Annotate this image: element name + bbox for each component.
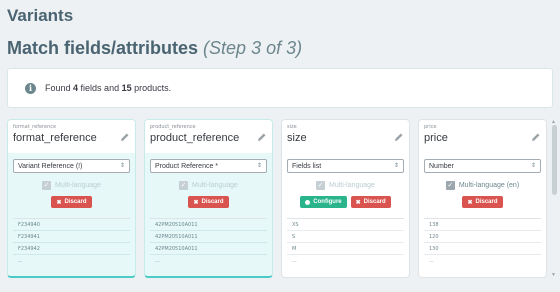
discard-button[interactable]: ✖ Discard: [350, 196, 391, 208]
field-mapping-select[interactable]: Variant Reference (!) ⇕: [13, 159, 130, 173]
horizontal-scroll-track[interactable]: ▲ ▼: [551, 119, 557, 278]
field-label: price: [424, 132, 448, 144]
discard-label: Discard: [64, 199, 87, 205]
card-header: product_reference product_reference: [145, 120, 272, 153]
step-heading: Match fields/attributes (Step 3 of 3): [7, 38, 302, 59]
field-label: format_reference: [13, 132, 97, 144]
pencil-icon[interactable]: [531, 132, 541, 142]
field-tech-name: product_reference: [150, 124, 196, 130]
step-heading-text: Match fields/attributes: [7, 38, 199, 58]
pencil-icon[interactable]: [257, 132, 267, 142]
sample-value: 42PM20510A011: [150, 219, 267, 231]
multilang-checkbox-row: ✓ Multi-language: [13, 180, 130, 190]
field-card-format-reference: format_reference format_reference Varian…: [7, 119, 136, 278]
scroll-down-icon[interactable]: ▼: [551, 272, 556, 278]
configure-label: Configure: [313, 199, 342, 205]
select-value: Product Reference *: [155, 162, 219, 170]
configure-button[interactable]: Configure: [300, 196, 347, 208]
scrollbar-thumb[interactable]: [552, 125, 557, 195]
sample-value: 120: [424, 231, 541, 243]
multilang-checkbox[interactable]: ✓: [445, 180, 455, 190]
multilang-checkbox-row: ✓ Multi-language (en): [424, 180, 541, 190]
sample-value: F234942: [13, 243, 130, 255]
sample-value: M: [287, 243, 404, 255]
sample-values: XS S M ...: [287, 218, 404, 267]
sample-value: XS: [287, 219, 404, 231]
card-header: format_reference format_reference: [8, 120, 135, 153]
products-count: 15: [121, 83, 132, 93]
multilang-label: Multi-language: [329, 181, 375, 189]
field-tech-name: size: [287, 124, 297, 130]
sample-value: 130: [424, 243, 541, 255]
close-icon: ✖: [56, 199, 62, 206]
info-icon: i: [25, 82, 36, 94]
discard-label: Discard: [363, 199, 386, 205]
sample-value: F234940: [13, 219, 130, 231]
field-card-product-reference: product_reference product_reference Prod…: [144, 119, 273, 278]
info-alert: i Found 4 fields and 15 products.: [7, 68, 553, 108]
sample-values: F234940 F234941 F234942 ...: [13, 218, 130, 267]
field-mapping-select[interactable]: Product Reference * ⇕: [150, 159, 267, 173]
field-label: product_reference: [150, 132, 240, 144]
field-label: size: [287, 132, 307, 144]
step-indicator: (Step 3 of 3): [203, 38, 303, 58]
multilang-checkbox[interactable]: ✓: [316, 180, 326, 190]
multilang-checkbox[interactable]: ✓: [179, 180, 189, 190]
close-icon: ✖: [467, 199, 473, 206]
info-text: Found 4 fields and 15 products.: [45, 83, 171, 93]
sample-value: 42PM20510A011: [150, 231, 267, 243]
pencil-icon[interactable]: [394, 132, 404, 142]
sample-values: 138 120 130 ...: [424, 218, 541, 267]
card-header: size size: [282, 120, 409, 153]
select-caret-icon: ⇕: [256, 163, 262, 169]
card-header: price price: [419, 120, 546, 153]
multilang-label: Multi-language (en): [458, 181, 520, 189]
select-value: Fields list: [292, 162, 322, 170]
multilang-label: Multi-language: [55, 181, 101, 189]
sample-value: 138: [424, 219, 541, 231]
sample-more: ...: [429, 258, 434, 264]
field-tech-name: format_reference: [13, 124, 57, 130]
pencil-icon[interactable]: [120, 132, 130, 142]
select-caret-icon: ⇕: [119, 163, 125, 169]
multilang-checkbox-row: ✓ Multi-language: [287, 180, 404, 190]
sample-more: ...: [18, 258, 23, 264]
discard-label: Discard: [201, 199, 224, 205]
field-tech-name: price: [424, 124, 437, 130]
discard-button[interactable]: ✖ Discard: [188, 196, 229, 208]
cog-icon: [305, 199, 311, 205]
select-caret-icon: ⇕: [393, 163, 399, 169]
close-icon: ✖: [355, 199, 361, 206]
sample-value: F234941: [13, 231, 130, 243]
sample-value: S: [287, 231, 404, 243]
multilang-checkbox[interactable]: ✓: [42, 180, 52, 190]
sample-values: 42PM20510A011 42PM20510A011 42PM20510A01…: [150, 218, 267, 267]
close-icon: ✖: [193, 199, 199, 206]
select-caret-icon: ⇕: [530, 163, 536, 169]
field-card-price: price price Number ⇕ ✓ Multi-language (en)…: [418, 119, 547, 278]
field-card-size: size size Fields list ⇕ ✓ Multi-language C…: [281, 119, 410, 278]
sample-more: ...: [292, 258, 297, 264]
info-suffix: products.: [131, 83, 172, 93]
sample-value: 42PM20510A011: [150, 243, 267, 255]
info-prefix: Found: [45, 83, 74, 93]
select-value: Variant Reference (!): [18, 162, 83, 170]
multilang-label: Multi-language: [192, 181, 238, 189]
page-title: Variants: [7, 6, 74, 25]
discard-button[interactable]: ✖ Discard: [51, 196, 92, 208]
field-mapping-select[interactable]: Fields list ⇕: [287, 159, 404, 173]
discard-button[interactable]: ✖ Discard: [462, 196, 503, 208]
select-value: Number: [429, 162, 454, 170]
discard-label: Discard: [475, 199, 498, 205]
multilang-checkbox-row: ✓ Multi-language: [150, 180, 267, 190]
field-mapping-select[interactable]: Number ⇕: [424, 159, 541, 173]
sample-more: ...: [155, 258, 160, 264]
info-middle: fields and: [78, 83, 122, 93]
